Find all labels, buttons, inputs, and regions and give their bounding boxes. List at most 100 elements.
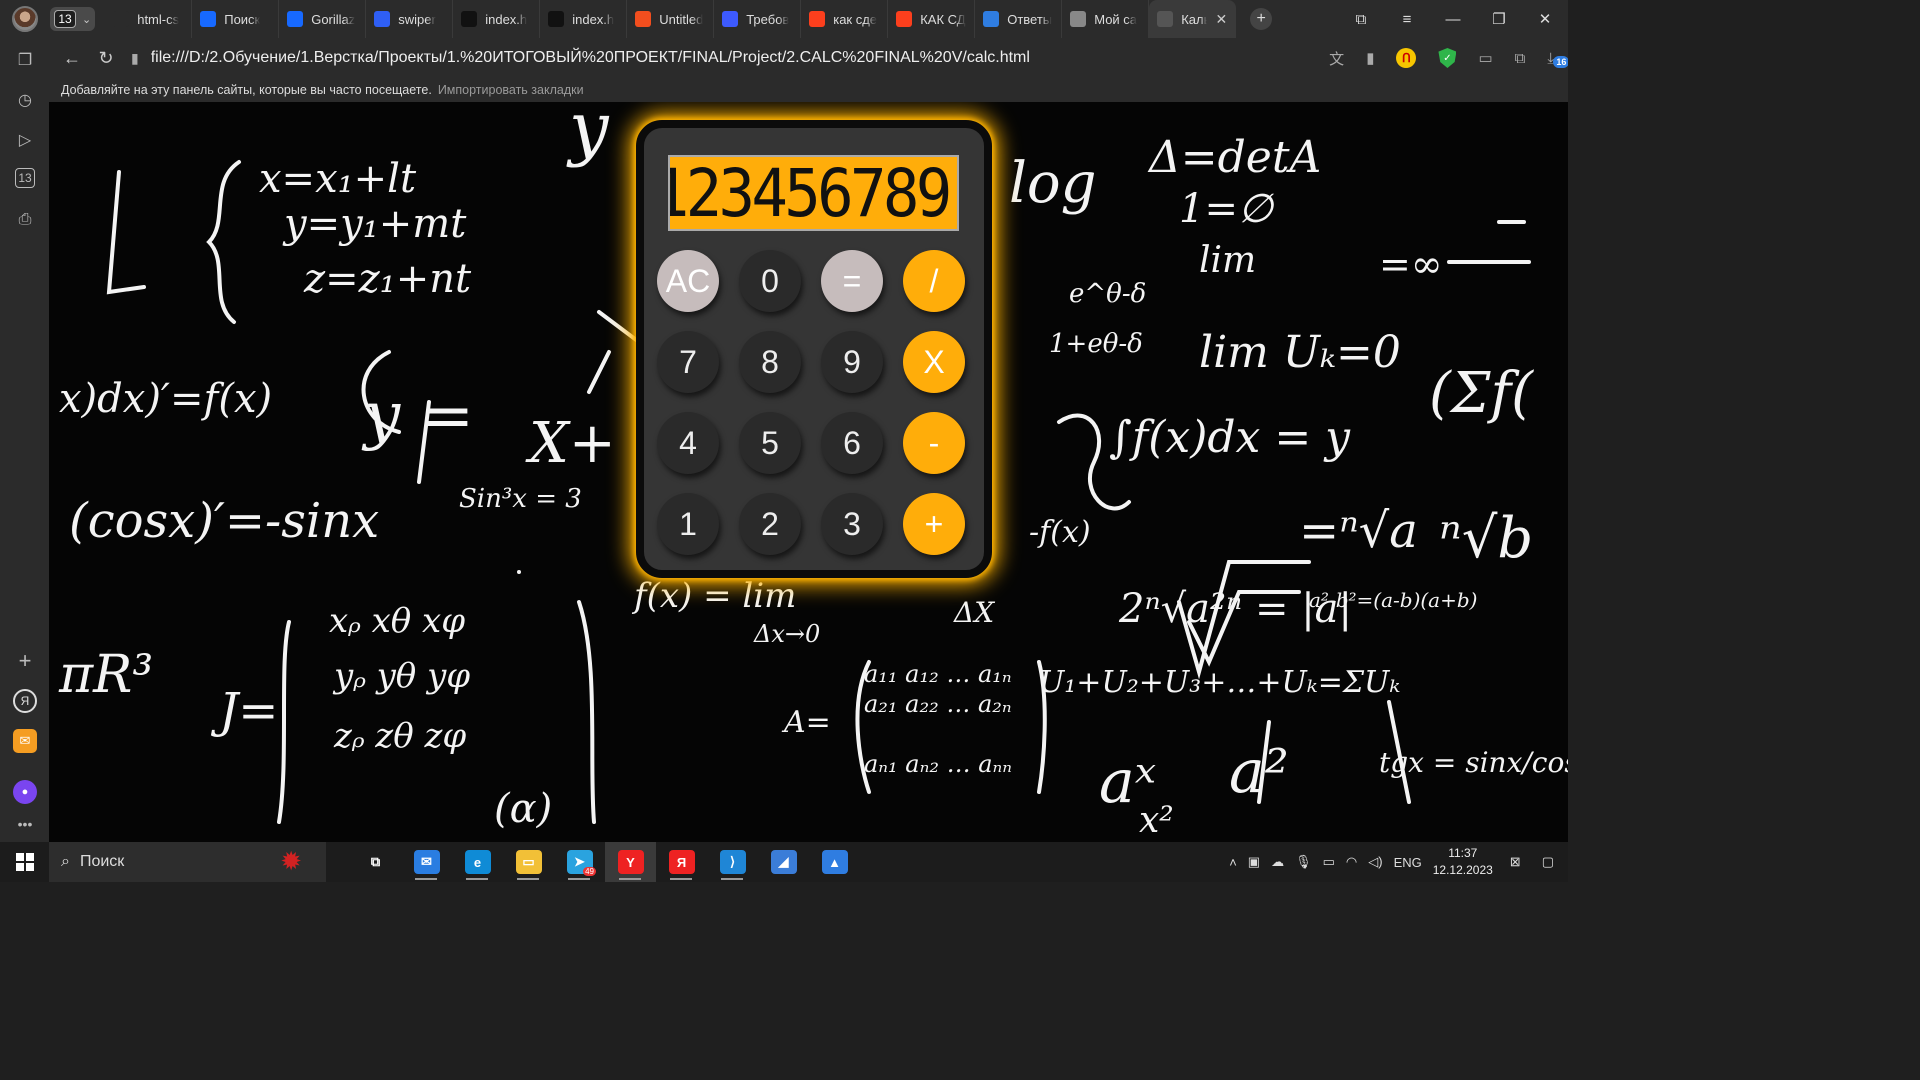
tab-count-button[interactable]: 13 ⌄ xyxy=(50,7,96,31)
calc-key[interactable]: 7 xyxy=(657,331,719,393)
play-icon[interactable]: ▷ xyxy=(13,128,37,152)
downloads-icon[interactable]: ⤓ 16 xyxy=(1547,50,1568,68)
calc-key[interactable]: + xyxy=(903,493,965,555)
tab-label: index.h xyxy=(572,11,615,27)
calc-key[interactable]: X xyxy=(903,331,965,393)
yandex-extension-icon[interactable]: ᑎ xyxy=(1396,48,1417,68)
vscode-icon: ⟩ xyxy=(719,850,746,874)
language-indicator[interactable]: ENG xyxy=(1394,855,1422,870)
alice-icon[interactable]: ● xyxy=(13,780,37,804)
chevron-down-icon: ⌄ xyxy=(82,13,92,26)
calc-key[interactable]: 0 xyxy=(739,250,801,312)
taskbar-app-2[interactable]: e xyxy=(452,842,503,882)
tab-0[interactable]: html-cs xyxy=(105,0,193,38)
start-button[interactable] xyxy=(0,853,49,871)
taskbar-search[interactable]: ⌕ Поиск ✹ xyxy=(49,842,326,882)
tab-label: html-cs xyxy=(137,11,180,27)
restore-button[interactable]: ❐ xyxy=(1476,10,1522,28)
tab-label: index.h xyxy=(485,11,528,27)
bookmarks-icon[interactable]: ❐ xyxy=(13,48,37,72)
tab-11[interactable]: Мой са xyxy=(1062,0,1150,38)
reading-list-icon[interactable]: ⧉ xyxy=(1515,50,1526,67)
calc-key[interactable]: 9 xyxy=(821,331,883,393)
shield-icon[interactable]: ✓ xyxy=(1438,48,1457,68)
calc-key[interactable]: = xyxy=(821,250,883,312)
close-window-button[interactable]: ✕ xyxy=(1522,10,1568,28)
mail-icon[interactable]: ✉ xyxy=(13,729,37,753)
battery-icon[interactable]: ▭ xyxy=(1478,49,1492,67)
tab-1[interactable]: Поиск xyxy=(192,0,280,38)
wifi-icon[interactable]: ◠ xyxy=(1346,854,1357,870)
taskbar-app-9[interactable]: ▲ xyxy=(809,842,860,882)
tab-5[interactable]: index.h xyxy=(540,0,628,38)
calc-key[interactable]: 2 xyxy=(739,493,801,555)
taskbar-app-4[interactable]: ➤ 49 xyxy=(554,842,605,882)
clock-time: 11:37 xyxy=(1448,846,1478,860)
show-desktop-icon[interactable]: ⊠ xyxy=(1510,854,1521,870)
calc-key[interactable]: - xyxy=(903,412,965,474)
yandex-icon[interactable]: Я xyxy=(13,689,37,713)
tab-label: Требов xyxy=(746,11,790,27)
windows-taskbar: ⌕ Поиск ✹ ⧉ ✉ e ▭ ➤ 49 Y Я ⟩ ◢ ▲ ˄ ▣ ☁ 🎙 ▭ ◠ ◁) EN… xyxy=(0,842,1568,882)
tab-2[interactable]: Gorillaz xyxy=(279,0,367,38)
screenshot-icon[interactable]: ⎙ xyxy=(13,208,37,232)
import-bookmarks-link[interactable]: Импортировать закладки xyxy=(438,83,584,97)
tab-7[interactable]: Требов xyxy=(714,0,802,38)
camera-icon[interactable]: ▣ xyxy=(1248,854,1260,870)
tab-label: swiper xyxy=(398,11,436,27)
battery-icon[interactable]: ▭ xyxy=(1323,854,1335,870)
bookmark-icon[interactable]: ▮ xyxy=(1366,49,1374,67)
close-tab-icon[interactable]: ✕ xyxy=(1215,11,1227,28)
taskbar-app-3[interactable]: ▭ xyxy=(503,842,554,882)
calc-key[interactable]: 4 xyxy=(657,412,719,474)
new-tab-button[interactable]: + xyxy=(1250,8,1273,30)
calculator-icon xyxy=(1157,11,1174,27)
tabs-count-icon[interactable]: 13 xyxy=(15,168,35,188)
calc-key[interactable]: / xyxy=(903,250,965,312)
calc-key[interactable]: 3 xyxy=(821,493,883,555)
calc-key[interactable]: 8 xyxy=(739,331,801,393)
calc-key[interactable]: 1 xyxy=(657,493,719,555)
tab-4[interactable]: index.h xyxy=(453,0,541,38)
taskbar-app-5[interactable]: Y xyxy=(605,842,656,882)
taskbar-app-0[interactable]: ⧉ xyxy=(350,842,401,882)
add-icon[interactable]: + xyxy=(13,648,37,673)
translate-icon[interactable]: 文 xyxy=(1329,48,1344,69)
browser-sidebar: ❐ ◷ ▷ 13 ⎙ + Я ✉ ● ••• xyxy=(0,38,49,842)
clock[interactable]: 11:37 12.12.2023 xyxy=(1433,845,1493,879)
svg-text:tgx = sinx/cosx: tgx = sinx/cosx xyxy=(1379,746,1568,779)
menu-icon[interactable]: ≡ xyxy=(1384,11,1430,28)
taskbar-app-1[interactable]: ✉ xyxy=(401,842,452,882)
reload-button[interactable]: ↻ xyxy=(89,48,123,69)
svg-text:y =: y = xyxy=(361,379,474,453)
tab-label: КАК СД xyxy=(920,11,966,27)
notifications-icon[interactable]: ▢ xyxy=(1542,854,1554,870)
svg-text:1+eθ-δ: 1+eθ-δ xyxy=(1049,329,1143,359)
back-button[interactable]: ← xyxy=(55,48,89,69)
calc-key[interactable]: AC xyxy=(657,250,719,312)
history-icon[interactable]: ◷ xyxy=(13,88,37,112)
question-icon xyxy=(983,11,1000,27)
taskbar-app-8[interactable]: ◢ xyxy=(758,842,809,882)
minimize-button[interactable]: — xyxy=(1430,11,1476,28)
more-icon[interactable]: ••• xyxy=(13,812,37,836)
tab-3[interactable]: swiper xyxy=(366,0,454,38)
microphone-icon[interactable]: 🎙 xyxy=(1295,854,1312,870)
taskbar-app-7[interactable]: ⟩ xyxy=(707,842,758,882)
tab-12[interactable]: Кальк ✕ xyxy=(1149,0,1237,38)
svg-text:a²-b²=(a-b)(a+b): a²-b²=(a-b)(a+b) xyxy=(1309,588,1477,612)
calc-key[interactable]: 6 xyxy=(821,412,883,474)
tab-10[interactable]: Ответы xyxy=(975,0,1063,38)
chevron-up-icon[interactable]: ˄ xyxy=(1229,855,1237,870)
profile-avatar[interactable] xyxy=(12,6,38,32)
cloud-icon[interactable]: ☁ xyxy=(1271,854,1284,870)
tab-8[interactable]: как сде xyxy=(801,0,889,38)
volume-icon[interactable]: ◁) xyxy=(1368,854,1382,870)
tab-6[interactable]: Untitled xyxy=(627,0,715,38)
taskbar-app-6[interactable]: Я xyxy=(656,842,707,882)
calc-key[interactable]: 5 xyxy=(739,412,801,474)
svg-text:=∞: =∞ xyxy=(1379,242,1443,286)
collections-icon[interactable]: ⧉ xyxy=(1338,11,1384,28)
url-field[interactable]: file:///D:/2.Обучение/1.Верстка/Проекты/… xyxy=(151,49,1030,67)
tab-9[interactable]: КАК СД xyxy=(888,0,976,38)
